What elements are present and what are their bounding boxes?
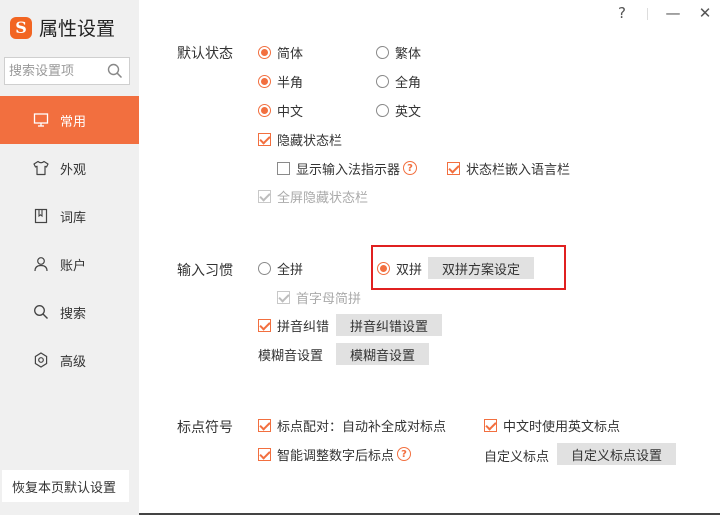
english-punct-option[interactable]: 中文时使用英文标点 [484, 415, 620, 435]
section-punctuation-label: 标点符号 [177, 420, 233, 436]
window-controls-divider [647, 8, 648, 20]
pinyin-correction-label: 拼音纠错 [277, 319, 330, 335]
book-icon [32, 207, 50, 225]
sidebar-item-label: 高级 [60, 354, 87, 370]
chinese-label: 中文 [277, 104, 304, 120]
search-box [4, 57, 130, 85]
section-input-habit-label: 输入习惯 [177, 263, 233, 279]
fullscreen-hide-checkbox [258, 189, 271, 203]
sidebar-item-label: 词库 [60, 210, 87, 226]
hide-status-bar-label: 隐藏状态栏 [277, 133, 343, 149]
shuangpin-radio[interactable] [377, 261, 390, 275]
half-width-radio[interactable] [258, 74, 271, 88]
english-option[interactable]: 英文 [376, 100, 421, 120]
half-width-label: 半角 [277, 75, 304, 91]
monitor-icon [32, 111, 50, 129]
sidebar-item-appearance[interactable]: 外观 [0, 144, 139, 192]
fullscreen-hide-label: 全屏隐藏状态栏 [277, 190, 369, 206]
shuangpin-option[interactable]: 双拼 [377, 258, 422, 278]
initial-abbrev-label: 首字母简拼 [296, 291, 362, 307]
english-radio[interactable] [376, 103, 389, 117]
punct-pairing-label: 标点配对：自动补全成对标点 [277, 419, 447, 435]
help-icon[interactable]: ? [403, 161, 418, 175]
smart-adjust-checkbox[interactable] [258, 447, 271, 461]
search-icon[interactable] [107, 63, 123, 79]
sidebar-item-advanced[interactable]: 高级 [0, 336, 139, 384]
sogou-logo-icon: S [10, 16, 32, 39]
user-icon [32, 255, 50, 273]
pinyin-correction-checkbox[interactable] [258, 318, 271, 332]
chinese-radio[interactable] [258, 103, 271, 117]
traditional-label: 繁体 [395, 46, 422, 62]
sidebar: S 属性设置 常用 外观 词库 [0, 0, 139, 515]
help-icon[interactable]: ? [397, 447, 412, 461]
embed-lang-bar-label: 状态栏嵌入语言栏 [466, 162, 571, 178]
traditional-option[interactable]: 繁体 [376, 42, 421, 62]
reset-defaults-button[interactable]: 恢复本页默认设置 [2, 470, 129, 502]
simplified-option[interactable]: 简体 [258, 42, 303, 62]
fuzzy-settings-button[interactable]: 模糊音设置 [336, 343, 430, 365]
english-punct-label: 中文时使用英文标点 [503, 419, 621, 435]
sidebar-item-label: 外观 [60, 162, 87, 178]
punct-pairing-checkbox[interactable] [258, 418, 271, 432]
show-indicator-checkbox[interactable] [277, 161, 290, 175]
embed-lang-bar-option[interactable]: 状态栏嵌入语言栏 [447, 158, 570, 178]
initial-abbrev-option: 首字母简拼 [277, 287, 361, 307]
sidebar-item-label: 常用 [60, 114, 87, 130]
shuangpin-label: 双拼 [396, 262, 423, 278]
show-indicator-label: 显示输入法指示器 [296, 162, 401, 178]
fuzzy-label: 模糊音设置 [258, 349, 324, 364]
embed-lang-bar-checkbox[interactable] [447, 161, 460, 175]
traditional-radio[interactable] [376, 45, 389, 59]
english-punct-checkbox[interactable] [484, 418, 497, 432]
full-width-label: 全角 [395, 75, 422, 91]
tshirt-icon [32, 159, 50, 177]
pinyin-correction-option[interactable]: 拼音纠错 [258, 315, 329, 335]
section-default-state-label: 默认状态 [177, 46, 233, 62]
quanpin-label: 全拼 [277, 262, 304, 278]
custom-punct-settings-button[interactable]: 自定义标点设置 [557, 443, 677, 465]
show-indicator-option[interactable]: 显示输入法指示器 ? [277, 158, 418, 178]
search-icon [32, 303, 50, 321]
full-width-option[interactable]: 全角 [376, 71, 421, 91]
sidebar-item-account[interactable]: 账户 [0, 240, 139, 288]
shuangpin-settings-button[interactable]: 双拼方案设定 [428, 257, 535, 279]
minimize-button[interactable]: — [662, 2, 684, 24]
sidebar-item-dictionary[interactable]: 词库 [0, 192, 139, 240]
english-label: 英文 [395, 104, 422, 120]
smart-adjust-label: 智能调整数字后标点 [277, 448, 395, 464]
chinese-option[interactable]: 中文 [258, 100, 303, 120]
quanpin-option[interactable]: 全拼 [258, 258, 303, 278]
half-width-option[interactable]: 半角 [258, 71, 303, 91]
hide-status-bar-checkbox[interactable] [258, 132, 271, 146]
punct-pairing-option[interactable]: 标点配对：自动补全成对标点 [258, 415, 446, 435]
fullscreen-hide-option: 全屏隐藏状态栏 [258, 186, 368, 206]
simplified-radio[interactable] [258, 45, 271, 59]
sidebar-item-label: 账户 [60, 258, 87, 274]
custom-punct-label: 自定义标点 [484, 450, 550, 465]
sidebar-item-label: 搜索 [60, 306, 87, 322]
initial-abbrev-checkbox [277, 290, 290, 304]
full-width-radio[interactable] [376, 74, 389, 88]
app-title: S 属性设置 [10, 14, 115, 41]
window-title: 属性设置 [39, 18, 116, 40]
pinyin-correction-settings-button[interactable]: 拼音纠错设置 [336, 314, 443, 336]
hide-status-bar-option[interactable]: 隐藏状态栏 [258, 129, 342, 149]
sidebar-item-general[interactable]: 常用 [0, 96, 139, 144]
sidebar-nav: 常用 外观 词库 账户 搜索 高级 [0, 96, 139, 384]
search-input[interactable] [5, 58, 101, 84]
quanpin-radio[interactable] [258, 261, 271, 275]
help-button[interactable]: ? [611, 2, 633, 24]
gear-icon [32, 351, 50, 369]
sidebar-item-search[interactable]: 搜索 [0, 288, 139, 336]
smart-adjust-option[interactable]: 智能调整数字后标点 ? [258, 444, 412, 464]
simplified-label: 简体 [277, 46, 304, 62]
close-button[interactable]: ✕ [694, 2, 716, 24]
